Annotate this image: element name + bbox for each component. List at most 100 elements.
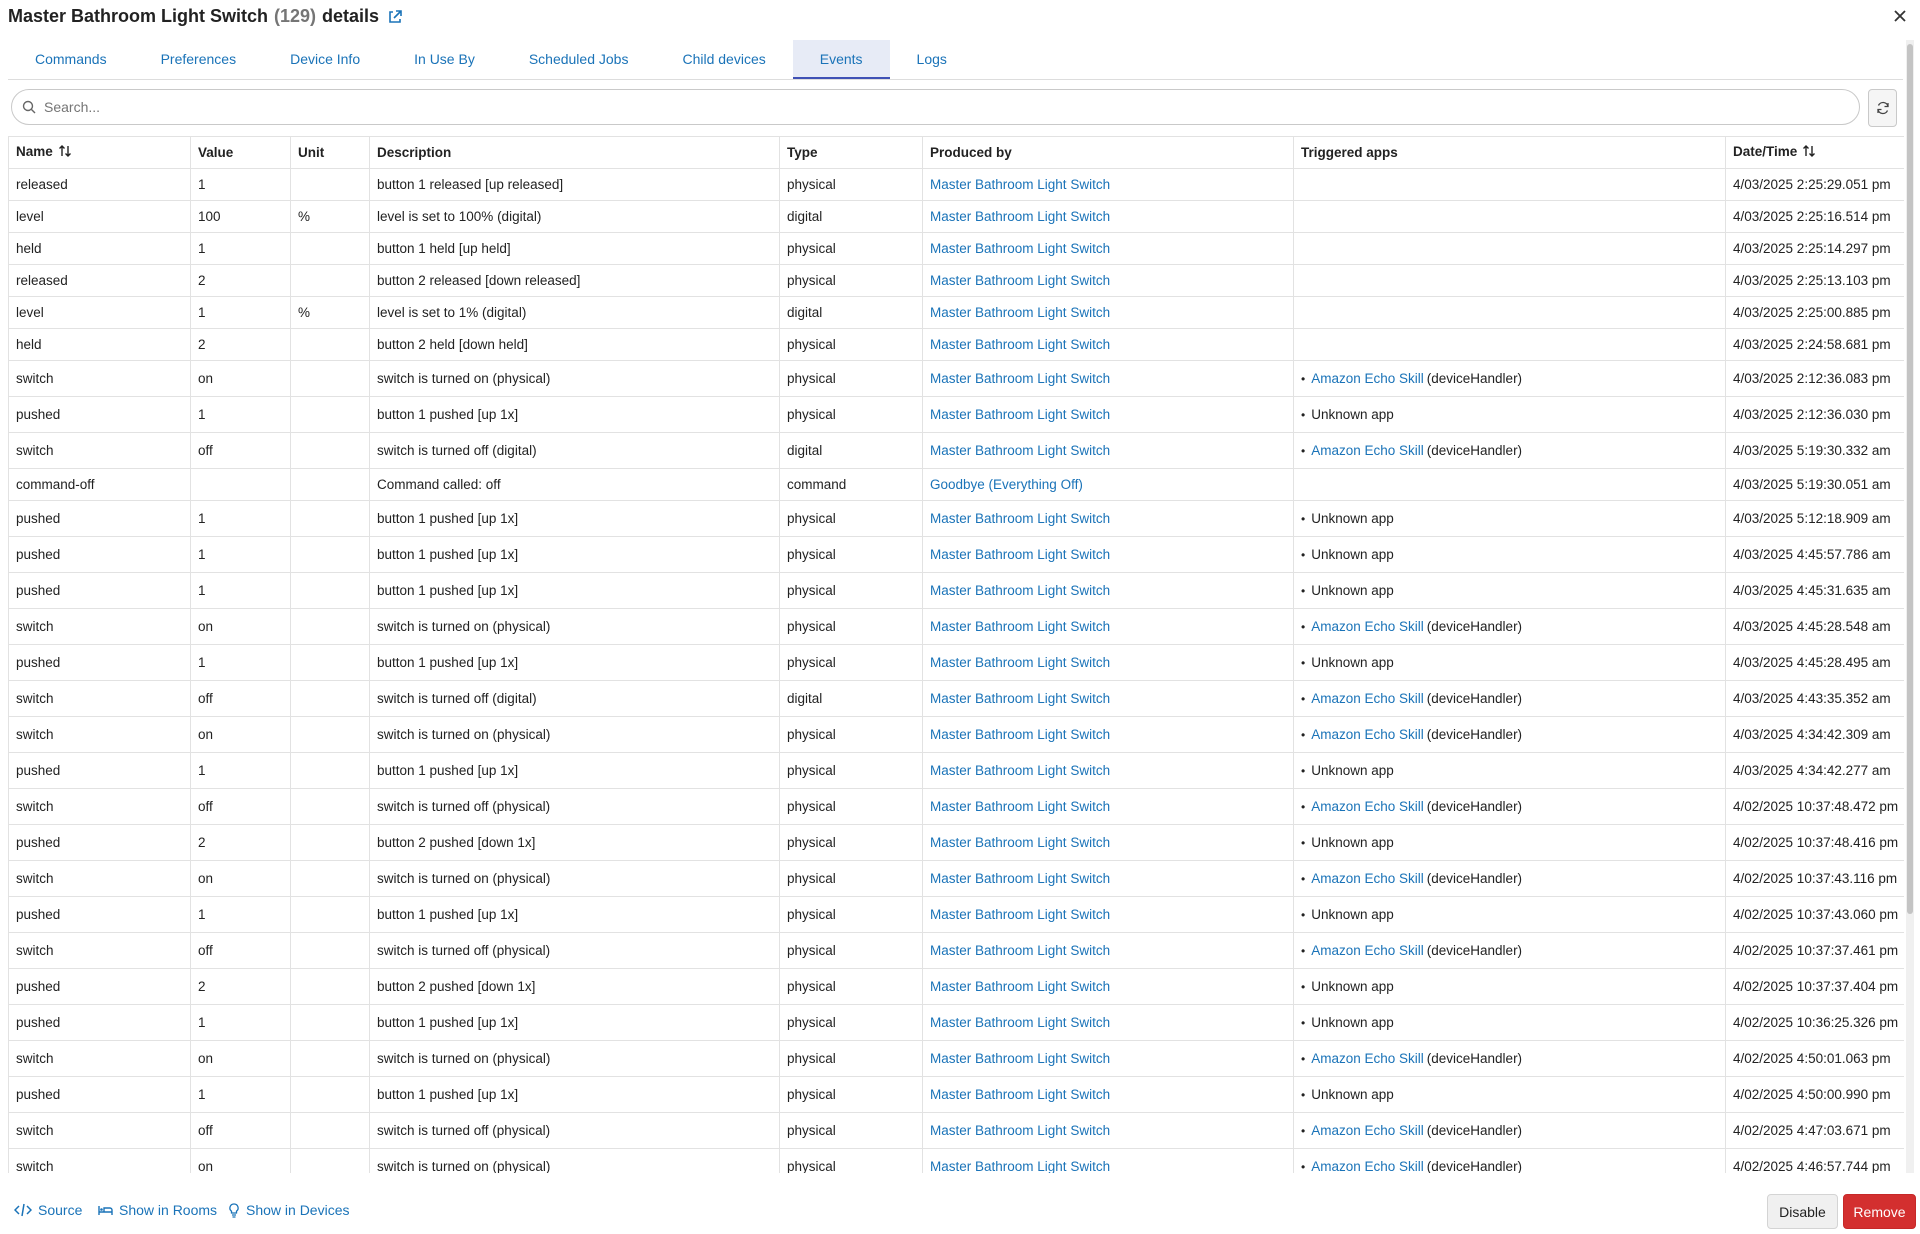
- produced-by-link[interactable]: Master Bathroom Light Switch: [930, 1123, 1110, 1138]
- table-header-row: Name Value Unit Description Type Produced by T…: [8, 136, 1904, 169]
- produced-by-link[interactable]: Master Bathroom Light Switch: [930, 727, 1110, 742]
- produced-by-link[interactable]: Master Bathroom Light Switch: [930, 511, 1110, 526]
- tab-preferences[interactable]: Preferences: [134, 40, 263, 79]
- produced-by-link[interactable]: Master Bathroom Light Switch: [930, 799, 1110, 814]
- produced-by-link[interactable]: Master Bathroom Light Switch: [930, 1087, 1110, 1102]
- triggered-app-handler: (deviceHandler): [1426, 871, 1523, 886]
- sort-icon[interactable]: [58, 144, 72, 161]
- cell-unit: [290, 360, 370, 397]
- triggered-app-link[interactable]: Amazon Echo Skill: [1311, 1159, 1424, 1173]
- dialog-header: Master Bathroom Light Switch (129) detai…: [0, 0, 1920, 34]
- cell-unit: [290, 1040, 370, 1077]
- produced-by-link[interactable]: Master Bathroom Light Switch: [930, 619, 1110, 634]
- produced-by-link[interactable]: Master Bathroom Light Switch: [930, 273, 1110, 288]
- produced-by-link[interactable]: Master Bathroom Light Switch: [930, 337, 1110, 352]
- bullet-icon: •: [1301, 980, 1306, 994]
- table-row: pushed 1 button 1 pushed [up 1x] physical Ma…: [8, 396, 1904, 433]
- triggered-app-link[interactable]: Amazon Echo Skill: [1311, 943, 1424, 958]
- triggered-app-link[interactable]: Amazon Echo Skill: [1311, 371, 1424, 386]
- sort-icon[interactable]: [1802, 144, 1816, 161]
- column-header-value: Value: [190, 136, 291, 169]
- produced-by-link[interactable]: Master Bathroom Light Switch: [930, 835, 1110, 850]
- produced-by-link[interactable]: Master Bathroom Light Switch: [930, 907, 1110, 922]
- column-header-label: Unit: [298, 145, 325, 160]
- produced-by-link[interactable]: Master Bathroom Light Switch: [930, 407, 1110, 422]
- produced-by-link[interactable]: Master Bathroom Light Switch: [930, 209, 1110, 224]
- search-input[interactable]: [44, 99, 1824, 115]
- disable-button[interactable]: Disable: [1767, 1194, 1838, 1229]
- produced-by-link[interactable]: Master Bathroom Light Switch: [930, 1159, 1110, 1173]
- produced-by-link[interactable]: Master Bathroom Light Switch: [930, 1015, 1110, 1030]
- column-header-date-time[interactable]: Date/Time: [1725, 136, 1904, 169]
- tab-logs[interactable]: Logs: [890, 40, 974, 79]
- produced-by-link[interactable]: Master Bathroom Light Switch: [930, 943, 1110, 958]
- refresh-button[interactable]: [1868, 89, 1897, 127]
- produced-by-link[interactable]: Master Bathroom Light Switch: [930, 691, 1110, 706]
- produced-by-link[interactable]: Master Bathroom Light Switch: [930, 655, 1110, 670]
- produced-by-link[interactable]: Master Bathroom Light Switch: [930, 547, 1110, 562]
- cell-type: physical: [779, 932, 923, 969]
- cell-description: button 1 pushed [up 1x]: [369, 500, 780, 537]
- cell-triggered-apps: • Amazon Echo Skill (deviceHandler): [1293, 788, 1726, 825]
- search-box[interactable]: [11, 89, 1860, 125]
- cell-unit: [290, 896, 370, 933]
- triggered-app-link[interactable]: Amazon Echo Skill: [1311, 691, 1424, 706]
- table-row: released 1 button 1 released [up released]…: [8, 168, 1904, 201]
- tab-device-info[interactable]: Device Info: [263, 40, 387, 79]
- cell-value: on: [190, 1040, 291, 1077]
- cell-type: physical: [779, 168, 923, 201]
- show-in-rooms-link[interactable]: Show in Rooms: [98, 1202, 217, 1218]
- triggered-app-link[interactable]: Amazon Echo Skill: [1311, 1051, 1424, 1066]
- produced-by-link[interactable]: Goodbye (Everything Off): [930, 477, 1083, 492]
- scrollbar-thumb[interactable]: [1907, 44, 1913, 914]
- column-header-name[interactable]: Name: [8, 136, 191, 169]
- produced-by-link[interactable]: Master Bathroom Light Switch: [930, 1051, 1110, 1066]
- cell-type: physical: [779, 1112, 923, 1149]
- triggered-app-handler: (deviceHandler): [1426, 1159, 1523, 1173]
- triggered-app-handler: (deviceHandler): [1426, 727, 1523, 742]
- produced-by-link[interactable]: Master Bathroom Light Switch: [930, 871, 1110, 886]
- triggered-app-link[interactable]: Amazon Echo Skill: [1311, 443, 1424, 458]
- produced-by-link[interactable]: Master Bathroom Light Switch: [930, 371, 1110, 386]
- cell-name: switch: [8, 608, 191, 645]
- show-in-rooms-label: Show in Rooms: [119, 1202, 218, 1218]
- cell-type: physical: [779, 788, 923, 825]
- produced-by-link[interactable]: Master Bathroom Light Switch: [930, 177, 1110, 192]
- produced-by-link[interactable]: Master Bathroom Light Switch: [930, 763, 1110, 778]
- cell-triggered-apps: • Amazon Echo Skill (deviceHandler): [1293, 860, 1726, 897]
- triggered-app-link[interactable]: Amazon Echo Skill: [1311, 871, 1424, 886]
- cell-name: pushed: [8, 536, 191, 573]
- cell-unit: [290, 1004, 370, 1041]
- bullet-icon: •: [1301, 872, 1306, 886]
- tab-in-use-by[interactable]: In Use By: [387, 40, 502, 79]
- triggered-app-link[interactable]: Amazon Echo Skill: [1311, 619, 1424, 634]
- tab-scheduled-jobs[interactable]: Scheduled Jobs: [502, 40, 656, 79]
- cell-produced-by: Master Bathroom Light Switch: [922, 232, 1294, 265]
- cell-produced-by: Master Bathroom Light Switch: [922, 716, 1294, 753]
- cell-value: [190, 468, 291, 501]
- tab-commands[interactable]: Commands: [8, 40, 134, 79]
- cell-description: button 2 released [down released]: [369, 264, 780, 297]
- produced-by-link[interactable]: Master Bathroom Light Switch: [930, 443, 1110, 458]
- triggered-app-label: Unknown app: [1311, 407, 1394, 422]
- triggered-app-link[interactable]: Amazon Echo Skill: [1311, 727, 1424, 742]
- source-link[interactable]: Source: [14, 1202, 82, 1218]
- external-link-icon[interactable]: [387, 9, 403, 25]
- produced-by-link[interactable]: Master Bathroom Light Switch: [930, 583, 1110, 598]
- title-suffix: details: [322, 6, 380, 26]
- show-in-devices-link[interactable]: Show in Devices: [228, 1202, 350, 1218]
- close-icon[interactable]: [1890, 6, 1910, 26]
- table-row: pushed 2 button 2 pushed [down 1x] physical…: [8, 824, 1904, 861]
- bullet-icon: •: [1301, 444, 1306, 458]
- bullet-icon: •: [1301, 1088, 1306, 1102]
- produced-by-link[interactable]: Master Bathroom Light Switch: [930, 241, 1110, 256]
- triggered-app-link[interactable]: Amazon Echo Skill: [1311, 1123, 1424, 1138]
- cell-type: physical: [779, 232, 923, 265]
- triggered-app-label: Unknown app: [1311, 979, 1394, 994]
- tab-child-devices[interactable]: Child devices: [655, 40, 792, 79]
- triggered-app-link[interactable]: Amazon Echo Skill: [1311, 799, 1424, 814]
- produced-by-link[interactable]: Master Bathroom Light Switch: [930, 979, 1110, 994]
- remove-button[interactable]: Remove: [1843, 1194, 1916, 1229]
- produced-by-link[interactable]: Master Bathroom Light Switch: [930, 305, 1110, 320]
- tab-events[interactable]: Events: [792, 40, 890, 79]
